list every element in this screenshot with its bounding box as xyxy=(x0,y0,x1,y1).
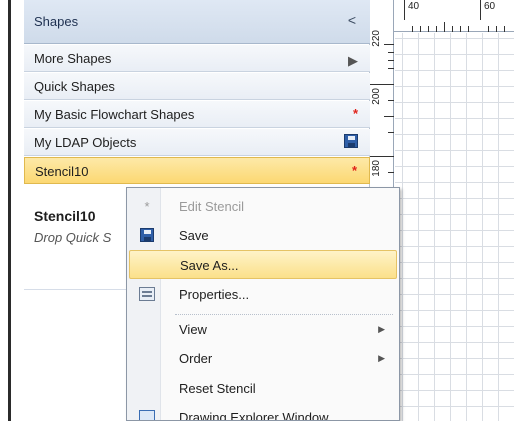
menu-item-label: Save As... xyxy=(180,258,239,273)
stencil-row-stencil10[interactable]: Stencil10 * xyxy=(24,157,370,184)
submenu-arrow-icon: ▶ xyxy=(378,353,385,363)
drawing-canvas[interactable] xyxy=(395,33,514,421)
horizontal-ruler: 40 60 xyxy=(394,0,514,32)
stencil-label: My LDAP Objects xyxy=(34,135,137,150)
save-icon xyxy=(344,134,358,151)
menu-item-properties[interactable]: Properties... xyxy=(129,280,397,309)
ruler-label: 60 xyxy=(484,1,496,12)
shapes-pane-title: Shapes xyxy=(34,14,79,29)
menu-item-order[interactable]: Order ▶ xyxy=(129,344,397,373)
asterisk-icon: * xyxy=(144,199,150,214)
menu-item-reset-stencil[interactable]: Reset Stencil xyxy=(129,374,397,403)
menu-item-save-as[interactable]: Save As... xyxy=(129,250,397,279)
menu-item-drawing-explorer-window[interactable]: Drawing Explorer Window xyxy=(129,403,397,421)
menu-item-label: Edit Stencil xyxy=(179,199,245,214)
menu-item-label: Save xyxy=(179,228,209,243)
chevron-right-icon: ▶ xyxy=(348,53,358,68)
menu-item-label: Reset Stencil xyxy=(179,381,256,396)
window-frame-edge xyxy=(0,0,14,421)
stencil-drop-hint: Drop Quick S xyxy=(34,230,112,245)
menu-item-edit-stencil[interactable]: * Edit Stencil xyxy=(129,192,397,221)
menu-item-label: Order xyxy=(179,351,213,366)
submenu-arrow-icon: ▶ xyxy=(378,324,385,334)
menu-item-view[interactable]: View ▶ xyxy=(129,315,397,344)
ruler-label: 200 xyxy=(371,88,382,105)
modified-star-icon: * xyxy=(352,106,358,121)
more-shapes-row[interactable]: More Shapes ▶ xyxy=(24,45,370,72)
explorer-window-icon xyxy=(139,410,155,420)
stencil-row-ldap-objects[interactable]: My LDAP Objects xyxy=(24,129,370,156)
quick-shapes-row[interactable]: Quick Shapes xyxy=(24,73,370,100)
stencil-content-title: Stencil10 xyxy=(34,208,96,224)
stencil-context-menu: * Edit Stencil Save Save As... Propertie… xyxy=(126,187,400,421)
menu-item-label: Properties... xyxy=(179,287,250,302)
collapse-pane-icon[interactable]: < xyxy=(348,12,356,28)
ruler-label: 40 xyxy=(408,1,420,12)
menu-item-save[interactable]: Save xyxy=(129,221,397,250)
ruler-label: 220 xyxy=(371,30,382,47)
properties-icon xyxy=(139,287,155,303)
ruler-label: 180 xyxy=(371,160,382,177)
shapes-pane-header: Shapes < xyxy=(24,0,370,44)
stencil-label: Stencil10 xyxy=(35,164,89,179)
menu-item-label: Drawing Explorer Window xyxy=(179,410,329,421)
modified-star-icon: * xyxy=(351,163,357,178)
stencil-label: My Basic Flowchart Shapes xyxy=(34,107,195,122)
quick-shapes-label: Quick Shapes xyxy=(34,79,115,94)
save-icon xyxy=(139,228,155,244)
more-shapes-label: More Shapes xyxy=(34,51,112,66)
menu-item-label: View xyxy=(179,322,207,337)
stencil-row-basic-flowchart[interactable]: My Basic Flowchart Shapes * xyxy=(24,101,370,128)
